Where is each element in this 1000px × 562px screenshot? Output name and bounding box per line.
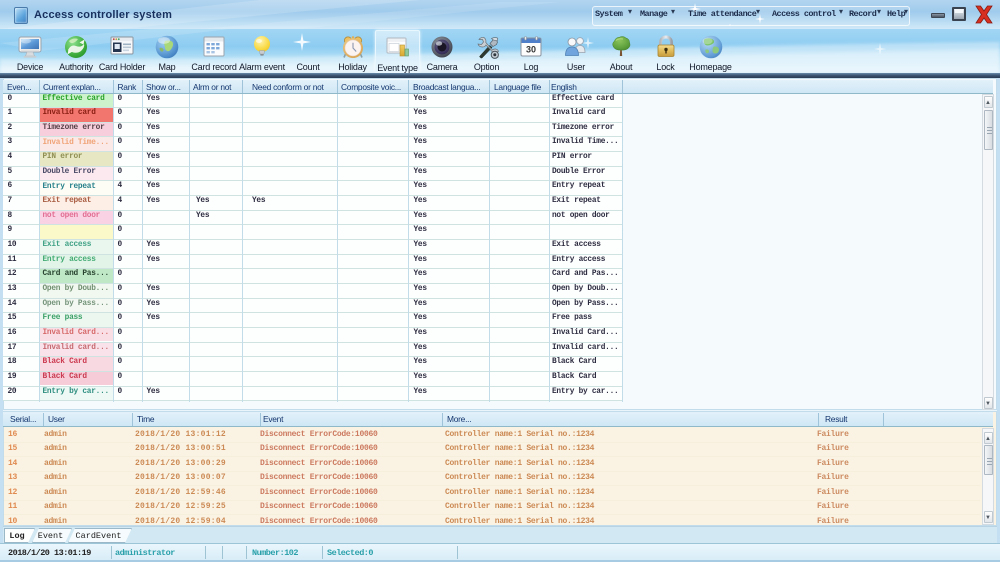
svg-text:30: 30 <box>526 45 536 55</box>
